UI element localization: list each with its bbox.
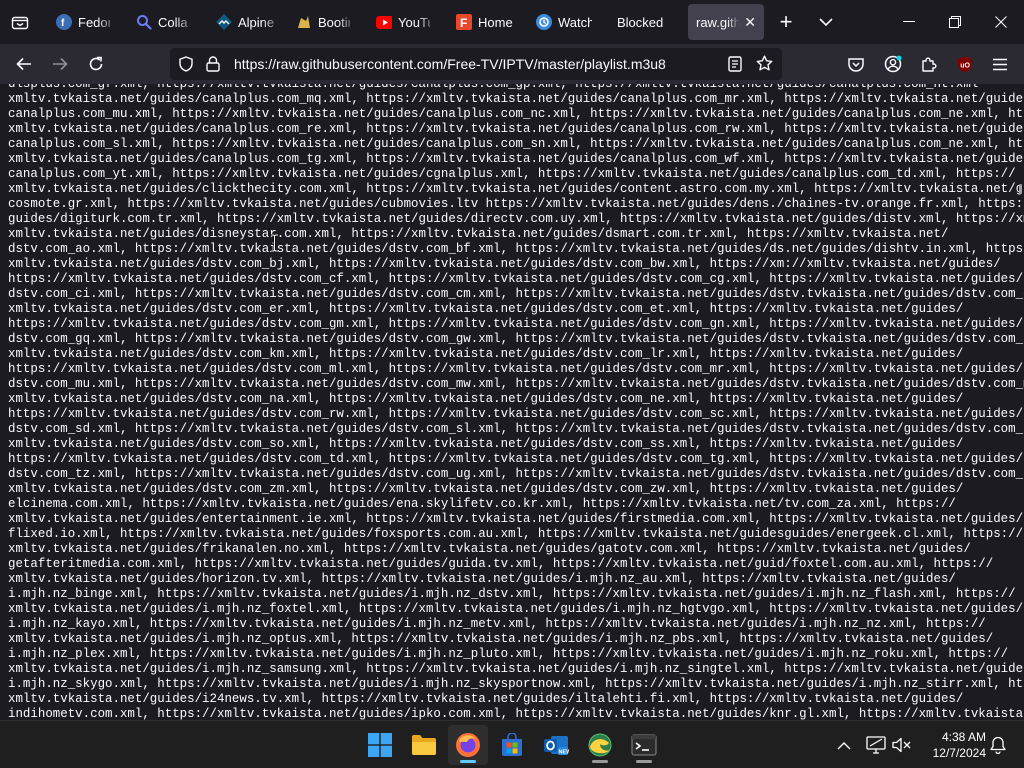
back-button[interactable] [10,50,38,78]
ublock-shield-icon: uO [957,56,973,73]
tab-youtube[interactable]: YouTu [368,4,438,40]
list-all-tabs-button[interactable] [6,8,34,36]
ublock-origin-button[interactable]: uO [951,50,979,78]
running-app-indicator [636,760,652,763]
close-icon [995,16,1007,28]
reload-icon [88,56,104,72]
svg-text:uO: uO [960,62,970,69]
reload-button[interactable] [82,50,110,78]
app-menu-button[interactable] [986,50,1014,78]
minimize-button[interactable] [886,0,932,44]
tab-label: Fedora [78,14,110,30]
store-icon [500,733,524,757]
microsoft-store-button[interactable] [492,725,532,765]
tab-label: Collab [158,14,188,30]
show-hidden-icons-button[interactable] [832,733,856,757]
tab-label: YouTu [398,14,430,30]
clock-date: 12/7/2024 [932,746,986,760]
lock-icon[interactable] [206,56,220,72]
tab-fedora[interactable]: f Fedora [48,4,118,40]
home-icon: F [456,14,472,30]
extensions-button[interactable] [915,50,943,78]
chevron-up-icon [837,741,851,750]
url-text[interactable]: https://raw.githubusercontent.com/Free-T… [234,56,666,72]
account-button[interactable] [879,50,907,78]
terminal-icon [631,734,657,756]
tab-label: Blocked [617,14,664,30]
account-icon [884,55,902,73]
outlook-icon: NEW [543,733,569,757]
network-button[interactable] [864,733,888,757]
restore-icon [949,16,961,28]
text-cursor-icon [270,234,279,252]
tab-raw-githubusercontent[interactable]: raw.githu ✕ [688,4,764,40]
svg-text:F: F [460,16,467,30]
tab-label: raw.githu [696,14,740,30]
chevron-down-icon [819,17,833,27]
tab-label: Bootin [318,14,350,30]
tab-alpine[interactable]: Alpine [208,4,284,40]
minimize-icon [903,21,915,23]
close-tab-icon[interactable]: ✕ [740,14,756,31]
tab-label: Watch [558,14,592,30]
address-bar[interactable]: https://raw.githubusercontent.com/Free-T… [170,48,782,80]
raw-text-view: ulsplus.com_gf.xml, https://xmltv.tvkais… [0,84,1024,720]
edge-canary-button[interactable] [580,725,620,765]
outlook-button[interactable]: NEW [536,725,576,765]
start-button[interactable] [360,725,400,765]
restore-button[interactable] [932,0,978,44]
reader-view-icon[interactable] [728,56,742,72]
close-window-button[interactable] [978,0,1024,44]
alpine-icon [216,14,232,30]
bootstrap-icon [296,14,312,30]
tab-home[interactable]: F Home [448,4,524,40]
speaker-muted-icon [892,737,912,753]
network-monitor-icon [866,736,886,754]
firefox-icon [455,732,481,758]
scrollbar-thumb[interactable] [1019,184,1022,194]
tab-overflow-button[interactable] [812,8,840,36]
hamburger-menu-icon [992,58,1008,71]
arrow-right-icon [52,57,68,71]
forward-button[interactable] [46,50,74,78]
arrow-left-icon [16,57,32,71]
windows-icon [368,733,392,757]
fedora-icon: f [56,14,72,30]
folder-icon [411,734,437,756]
pocket-icon [848,57,864,72]
search-icon [136,14,152,30]
watch-icon [536,14,552,30]
terminal-button[interactable] [624,725,664,765]
notifications-button[interactable] [986,733,1010,757]
tab-label: Alpine [238,14,275,30]
tab-watch[interactable]: Watch [528,4,600,40]
tab-blocked[interactable]: Blocked [608,4,682,40]
navigation-toolbar: https://raw.githubusercontent.com/Free-T… [0,44,1024,84]
tab-bootin[interactable]: Bootin [288,4,358,40]
active-app-indicator [460,760,476,763]
tab-strip: f Fedora Collab Alpine Bootin YouTu F Ho… [0,0,1024,44]
file-explorer-button[interactable] [404,725,444,765]
firefox-button[interactable] [448,725,488,765]
running-app-indicator [592,760,608,763]
volume-button[interactable] [890,733,914,757]
windows-taskbar: NEW 4:38 AM 12/7/2024 [0,720,1024,768]
pocket-button[interactable] [842,50,870,78]
youtube-icon [376,14,392,30]
tab-manager-icon [11,14,29,30]
edge-icon [587,732,613,758]
bell-icon [990,736,1006,754]
tracking-protection-shield-icon[interactable] [178,56,194,72]
clock-time: 4:38 AM [941,730,986,744]
playlist-text: ulsplus.com_gf.xml, https://xmltv.tvkais… [8,84,1024,720]
new-tab-button[interactable]: + [772,8,800,36]
system-clock[interactable]: 4:38 AM 12/7/2024 [922,729,986,761]
bookmark-star-icon[interactable] [756,55,773,72]
puzzle-piece-icon [921,56,937,72]
tab-collab[interactable]: Collab [128,4,196,40]
tab-label: Home [478,14,513,30]
svg-text:NEW: NEW [559,750,570,756]
